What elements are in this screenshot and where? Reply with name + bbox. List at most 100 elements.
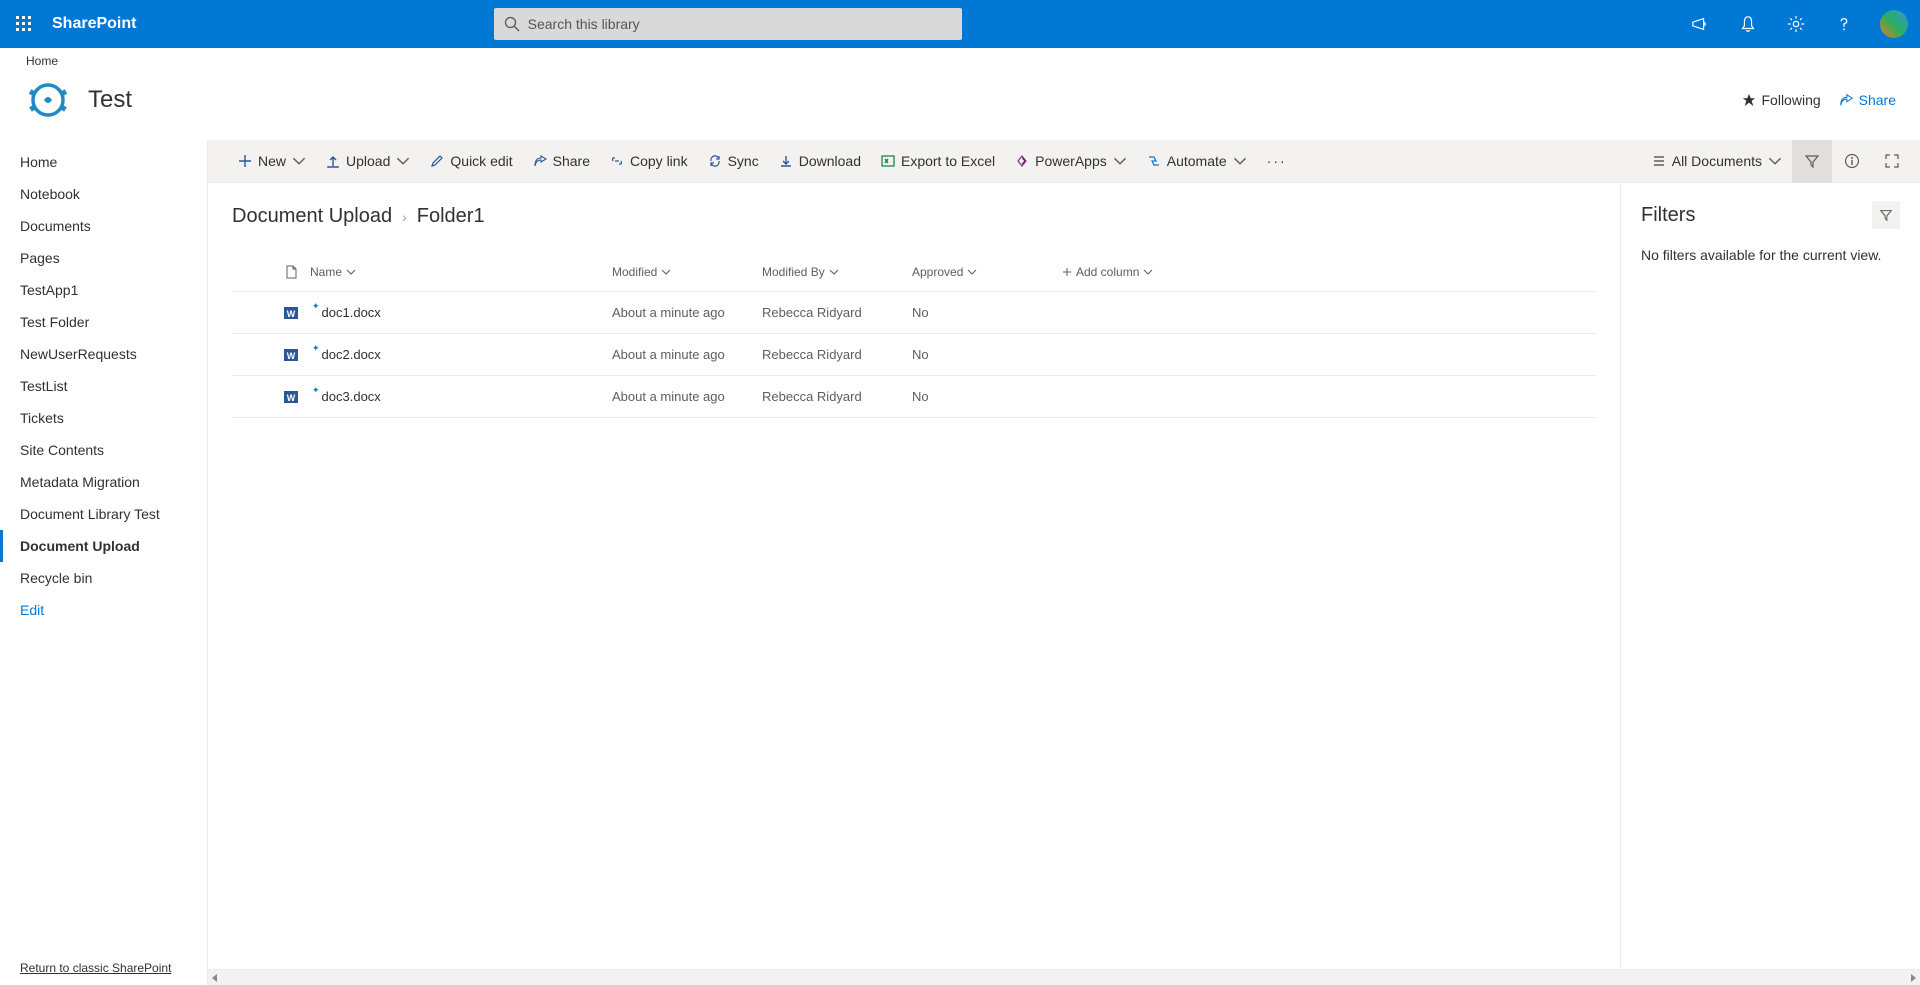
quick-edit-button[interactable]: Quick edit — [420, 140, 522, 183]
nav-item-document-library-test[interactable]: Document Library Test — [0, 498, 207, 530]
new-button[interactable]: New — [228, 140, 316, 183]
flow-icon — [1147, 154, 1161, 168]
filter-pane-toggle[interactable] — [1792, 140, 1832, 183]
nav-edit-link[interactable]: Edit — [0, 594, 207, 626]
site-logo — [24, 76, 72, 124]
nav-item-recycle-bin[interactable]: Recycle bin — [0, 562, 207, 594]
settings-icon[interactable] — [1772, 0, 1820, 48]
file-name: doc3.docx — [322, 389, 381, 404]
nav-item-pages[interactable]: Pages — [0, 242, 207, 274]
megaphone-icon[interactable] — [1676, 0, 1724, 48]
nav-item-newuserrequests[interactable]: NewUserRequests — [0, 338, 207, 370]
user-avatar[interactable] — [1880, 10, 1908, 38]
file-name: doc2.docx — [322, 347, 381, 362]
star-filled-icon — [1742, 93, 1756, 107]
filter-icon — [1879, 208, 1893, 222]
chevron-down-icon — [396, 154, 410, 168]
download-button[interactable]: Download — [769, 140, 871, 183]
copy-link-button[interactable]: Copy link — [600, 140, 698, 183]
filters-title: Filters — [1641, 204, 1695, 227]
info-icon — [1844, 153, 1860, 169]
svg-text:W: W — [287, 351, 296, 361]
excel-icon — [881, 154, 895, 168]
following-label: Following — [1762, 92, 1821, 108]
table-row[interactable]: W ✦doc1.docx About a minute agoRebecca Rid… — [232, 292, 1596, 334]
modifiedby-cell[interactable]: Rebecca Ridyard — [762, 389, 912, 404]
breadcrumb-folder: Folder1 — [417, 205, 485, 228]
nav-item-metadata-migration[interactable]: Metadata Migration — [0, 466, 207, 498]
download-icon — [779, 154, 793, 168]
return-classic-link[interactable]: Return to classic SharePoint — [20, 961, 171, 975]
chevron-down-icon — [1143, 267, 1153, 277]
clear-filters-button[interactable] — [1872, 201, 1900, 229]
share-button[interactable]: Share — [1839, 92, 1896, 108]
app-launcher[interactable] — [0, 0, 48, 48]
nav-item-test-folder[interactable]: Test Folder — [0, 306, 207, 338]
powerapps-button[interactable]: PowerApps — [1005, 140, 1137, 183]
nav-item-testapp1[interactable]: TestApp1 — [0, 274, 207, 306]
view-selector[interactable]: All Documents — [1642, 140, 1792, 183]
breadcrumb-library[interactable]: Document Upload — [232, 205, 392, 228]
column-header-name[interactable]: Name — [310, 265, 612, 279]
column-header-approved[interactable]: Approved — [912, 265, 1062, 279]
chevron-down-icon — [1233, 154, 1247, 168]
modified-cell: About a minute ago — [612, 389, 762, 404]
new-indicator-icon: ✦ — [312, 385, 320, 396]
automate-button[interactable]: Automate — [1137, 140, 1257, 183]
nav-item-tickets[interactable]: Tickets — [0, 402, 207, 434]
app-name[interactable]: SharePoint — [52, 15, 136, 33]
breadcrumb-separator: › — [402, 209, 407, 225]
hub-link-home[interactable]: Home — [26, 54, 58, 68]
site-title[interactable]: Test — [88, 86, 132, 114]
sync-icon — [708, 154, 722, 168]
column-header-modified[interactable]: Modified — [612, 265, 762, 279]
nav-item-document-upload[interactable]: Document Upload — [0, 530, 207, 562]
nav-item-testlist[interactable]: TestList — [0, 370, 207, 402]
nav-item-notebook[interactable]: Notebook — [0, 178, 207, 210]
overflow-menu[interactable]: ··· — [1257, 153, 1297, 169]
link-icon — [610, 154, 624, 168]
search-icon — [504, 16, 520, 32]
chevron-down-icon — [292, 154, 306, 168]
modifiedby-cell[interactable]: Rebecca Ridyard — [762, 347, 912, 362]
share-label: Share — [1859, 92, 1896, 108]
nav-item-home[interactable]: Home — [0, 146, 207, 178]
table-row[interactable]: W✦doc2.docxAbout a minute agoRebecca Rid… — [232, 334, 1596, 376]
nav-item-documents[interactable]: Documents — [0, 210, 207, 242]
upload-button[interactable]: Upload — [316, 140, 420, 183]
share-command-button[interactable]: Share — [523, 140, 600, 183]
svg-text:W: W — [287, 309, 296, 319]
search-input[interactable] — [494, 8, 962, 40]
export-excel-button[interactable]: Export to Excel — [871, 140, 1005, 183]
sync-button[interactable]: Sync — [698, 140, 769, 183]
add-column-button[interactable]: Add column — [1062, 265, 1182, 279]
file-icon — [284, 265, 298, 279]
word-doc-icon: W — [283, 305, 299, 321]
column-header-modifiedby[interactable]: Modified By — [762, 265, 912, 279]
following-button[interactable]: Following — [1742, 92, 1821, 108]
expand-icon — [1884, 153, 1900, 169]
horizontal-scrollbar[interactable] — [208, 969, 1920, 985]
table-row[interactable]: W✦doc3.docxAbout a minute agoRebecca Rid… — [232, 376, 1596, 418]
modified-cell: About a minute ago — [612, 305, 762, 320]
chevron-down-icon — [346, 267, 356, 277]
new-indicator-icon: ✦ — [312, 301, 320, 312]
filters-empty-message: No filters available for the current vie… — [1641, 247, 1900, 263]
chevron-down-icon — [1768, 154, 1782, 168]
chevron-down-icon — [967, 267, 977, 277]
filter-icon — [1804, 153, 1820, 169]
column-header-type[interactable] — [272, 265, 310, 279]
file-name: doc1.docx — [322, 305, 381, 320]
help-icon[interactable] — [1820, 0, 1868, 48]
approved-cell: No — [912, 347, 1062, 362]
details-pane-toggle[interactable] — [1832, 140, 1872, 183]
fullscreen-toggle[interactable] — [1872, 140, 1912, 183]
notifications-icon[interactable] — [1724, 0, 1772, 48]
approved-cell: No — [912, 389, 1062, 404]
share-icon — [1839, 93, 1853, 107]
powerapps-icon — [1015, 154, 1029, 168]
nav-item-site-contents[interactable]: Site Contents — [0, 434, 207, 466]
word-doc-icon: W — [283, 347, 299, 363]
plus-icon — [238, 154, 252, 168]
modifiedby-cell[interactable]: Rebecca Ridyard — [762, 305, 912, 320]
